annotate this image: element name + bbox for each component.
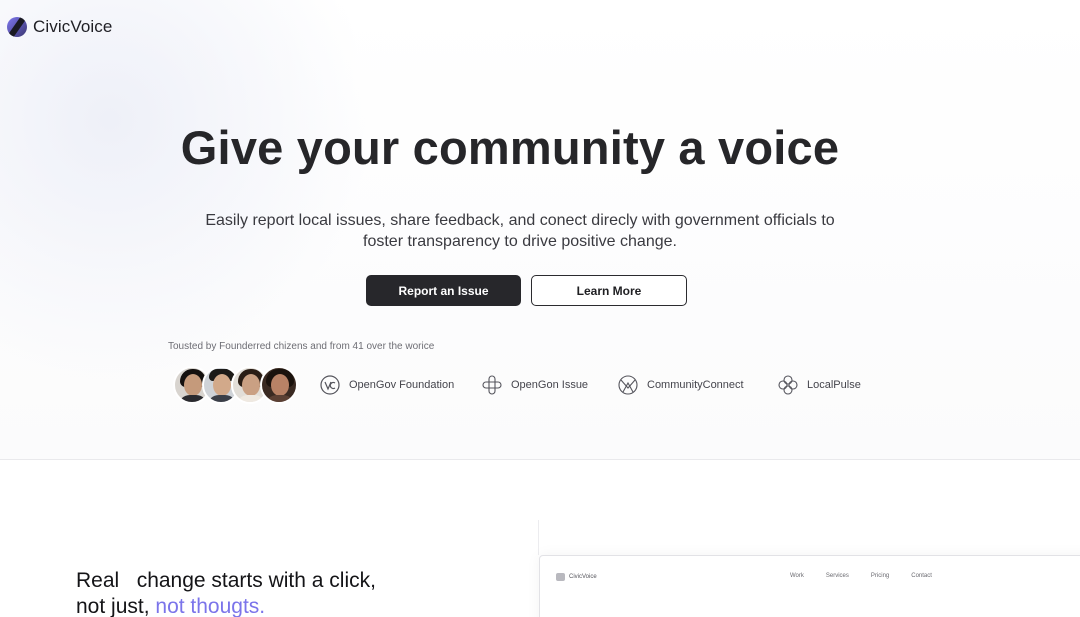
civicvoice-logo-icon: [7, 17, 27, 37]
mock-nav-services: Services: [825, 573, 849, 579]
section-title: Real change starts with a click, not jus…: [76, 568, 376, 617]
learn-more-button[interactable]: Learn More: [531, 275, 687, 306]
mock-nav-work: Work: [790, 573, 804, 579]
mock-logo-icon: [556, 573, 565, 581]
trusted-by-text: Tousted by Founderred chizens and from 4…: [168, 341, 435, 352]
app-preview-mockup: CivicVoice Work Services Pricing Contact: [539, 555, 1080, 617]
mock-brand: CivicVoice: [556, 573, 597, 581]
avatar: [260, 366, 298, 404]
partner-label: CommunityConnect: [647, 379, 744, 391]
brand[interactable]: CivicVoice: [7, 17, 112, 37]
report-issue-button[interactable]: Report an Issue: [366, 275, 521, 306]
section-title-accent: not thougts.: [155, 595, 266, 617]
partner-label: OpenGov Foundation: [349, 379, 455, 391]
communityconnect-logo-icon: [618, 375, 638, 395]
mock-nav: Work Services Pricing Contact: [790, 573, 932, 579]
hero-title: Give your community a voice: [180, 121, 840, 174]
section-title-prefix: not just,: [76, 595, 156, 617]
brand-name: CivicVoice: [33, 17, 113, 36]
partner-communityconnect: CommunityConnect: [617, 374, 744, 396]
divider: [538, 520, 539, 555]
partner-label: LocalPulse: [807, 379, 861, 391]
section-title-line2: not just, not thougts.: [76, 594, 376, 617]
hero-section: CivicVoice Give your community a voice E…: [0, 0, 1080, 460]
partner-opengon-issue: OpenGon Issue: [481, 374, 588, 396]
opengon-logo-icon: [482, 375, 502, 395]
partner-label: OpenGon Issue: [511, 379, 589, 391]
section-title-line1: Real change starts with a click,: [76, 569, 376, 592]
mock-brand-name: CivicVoice: [569, 574, 597, 580]
partner-opengov-foundation: OpenGov Foundation: [319, 374, 454, 396]
mock-nav-contact: Contact: [911, 573, 932, 579]
opengov-logo-icon: [320, 375, 340, 395]
hero-subtitle: Easily report local issues, share feedba…: [205, 212, 835, 250]
localpulse-logo-icon: [778, 375, 798, 395]
mock-nav-pricing: Pricing: [870, 573, 890, 579]
partner-localpulse: LocalPulse: [777, 374, 861, 396]
